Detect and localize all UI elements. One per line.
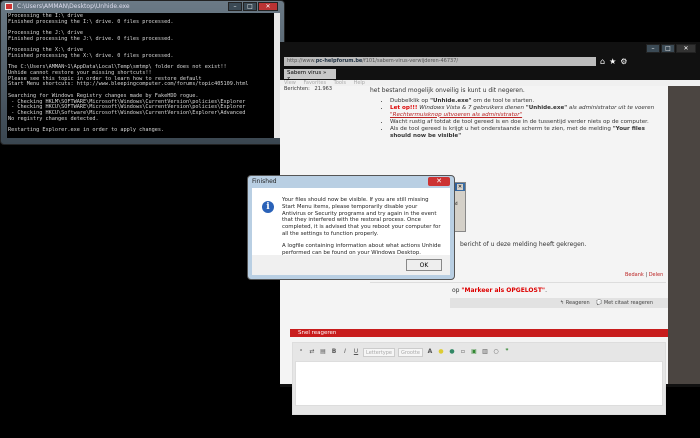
url-domain: pc-helpforum.be [315,58,363,64]
dialog-title: Finished [252,178,277,185]
console-output: Processing the I:\ drive Finished proces… [7,13,274,138]
post-line-3: op "Markeer als OPGELOST". [452,287,547,294]
bullet-3: Wacht rustig af totdat de tool gereed is… [390,119,660,126]
text-color-icon[interactable]: A [426,348,434,356]
link-icon[interactable]: ● [448,348,456,356]
unlink-icon[interactable]: ▫ [459,348,467,356]
url-path: /f101/sabem-virus-verwijderen-46737/ [362,58,459,64]
browser-window-controls: – □ ✕ [646,44,696,53]
quick-reply-editor: ᵃ ⇄ ▤ B I U Lettertype Grootte A ● ● ▫ ▣… [292,342,666,415]
home-icon[interactable]: ⌂ [600,57,609,66]
image-icon[interactable]: ▣ [470,348,478,356]
switch-mode-icon[interactable]: ⇄ [308,348,316,356]
url-prefix: http://www. [287,58,316,64]
font-select[interactable]: Lettertype [363,347,395,357]
admin-link[interactable]: "Rechtermuisknop uitvoeren als administr… [390,112,522,118]
minimize-button[interactable]: – [646,44,660,53]
tab-sabem-virus[interactable]: Sabem virus » z... [284,69,336,82]
video-icon[interactable]: ▥ [481,348,489,356]
smiley-icon[interactable]: ● [437,348,445,356]
underline-icon[interactable]: U [352,348,360,356]
console-icon [5,3,13,10]
edit-link[interactable]: Bedank [625,272,644,278]
italic-icon[interactable]: I [341,348,349,356]
close-button[interactable]: ✕ [258,2,278,11]
quick-reply-title: Snel reageren [298,330,337,336]
reply-textarea[interactable] [295,361,663,406]
delete-link[interactable]: Delen [649,272,664,278]
dialog-close-button[interactable]: ✕ [428,177,450,186]
reply-button[interactable]: ↰ Reageren [560,300,590,306]
dialog-message: Your files should now be visible. If you… [282,197,441,237]
minimize-button[interactable]: – [228,2,242,11]
remove-format-icon[interactable]: ᵃ [297,348,305,356]
toolbar-icons: ⌂★⚙ [600,57,631,66]
quote-reply-button[interactable]: 💬 Met citaat reageren [596,300,653,306]
posts-count: 21.963 [314,86,333,92]
post-intro: het bestand mogelijk onveilig is kunt u … [370,87,525,94]
settings-gear-icon[interactable]: ⚙ [620,57,631,66]
bullet-2: Let op!!! Windows Vista & 7 gebruikers d… [390,105,660,119]
favorites-star-icon[interactable]: ★ [609,57,620,66]
separator: | [645,272,648,278]
bullet-4: Als de tool gereed is krijgt u het onder… [390,126,660,140]
info-icon: i [262,201,274,213]
quote-icon[interactable]: ❞ [503,348,511,356]
console-window-controls: – □ ✕ [228,2,278,11]
mini-close-icon: ✕ [457,184,463,190]
quick-reply-header: Snel reageren [290,329,668,337]
maximize-button[interactable]: □ [661,44,675,53]
ok-button[interactable]: OK [406,259,442,271]
bold-icon[interactable]: B [330,348,338,356]
editor-toolbar: ᵃ ⇄ ▤ B I U Lettertype Grootte A ● ● ▫ ▣… [293,343,665,361]
bullet-1: Dubbelklik op "Unhide.exe" om de tool te… [390,98,660,105]
paste-icon[interactable]: ▤ [319,348,327,356]
finished-dialog: Finished ✕ i Your files should now be vi… [247,175,455,280]
size-select[interactable]: Grootte [398,347,423,357]
post-line-2: bericht of u deze melding heeft gekregen… [460,241,587,248]
close-button[interactable]: ✕ [676,44,696,53]
maximize-button[interactable]: □ [243,2,257,11]
address-bar[interactable]: http://www.pc-helpforum.be/f101/sabem-vi… [284,57,596,66]
circle-icon[interactable]: ○ [492,348,500,356]
posts-label: Berichten: [284,86,310,92]
console-window: C:\Users\AMMAN\Desktop\Unhide.exe – □ ✕ … [0,0,285,145]
